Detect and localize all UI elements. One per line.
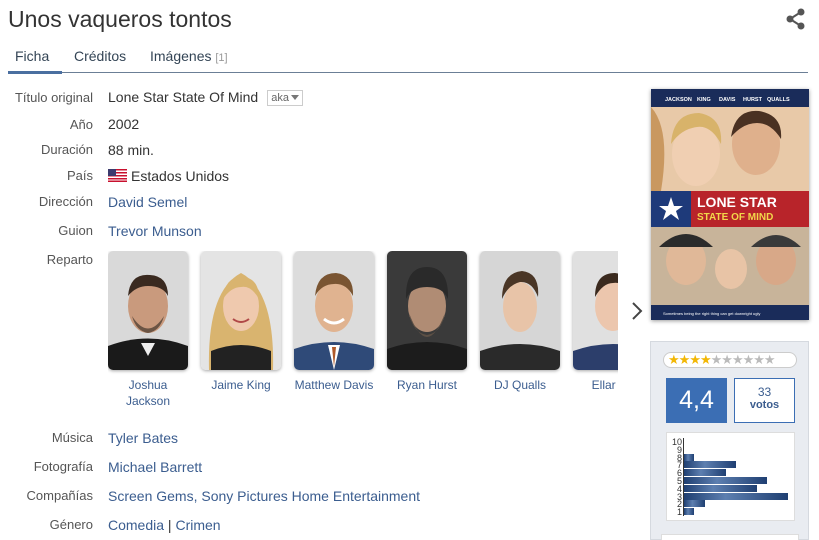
companies-link[interactable]: Screen Gems, Sony Pictures Home Entertai… — [108, 488, 420, 504]
star-filled-icon[interactable]: ★ — [668, 352, 680, 367]
histogram-label: 1 — [676, 507, 682, 518]
genre-value: Comedia | Crimen — [108, 517, 221, 533]
cast-member[interactable]: DJ Qualls — [480, 251, 560, 393]
duration-label: Duración — [40, 142, 93, 157]
cast-member[interactable]: Joshua Jackson — [108, 251, 188, 409]
aka-dropdown[interactable]: aka — [267, 90, 303, 106]
rating-panel: ★★★★★★★★★★ 4,4 33 votos 10 9 8 7 6 5 4 3 2 1 — [650, 341, 809, 540]
genre-separator: | — [167, 517, 172, 533]
chevron-right-icon[interactable] — [628, 300, 646, 322]
poster-title-line2: STATE OF MIND — [697, 212, 773, 223]
cast-photo[interactable] — [573, 251, 618, 370]
cast-member[interactable]: Jaime King — [201, 251, 281, 393]
star-filled-icon[interactable]: ★ — [689, 352, 701, 367]
votes-count-box[interactable]: 33 votos — [734, 378, 795, 423]
original-title-value: Lone Star State Of Mind aka — [108, 89, 303, 106]
poster-credit: QUALLS — [767, 97, 790, 103]
page-title: Unos vaqueros tontos — [8, 6, 232, 32]
tab-imagenes-label: Imágenes — [150, 48, 212, 64]
star-empty-icon[interactable]: ★ — [753, 352, 765, 367]
script-label: Guion — [58, 223, 93, 238]
tab-creditos-label: Créditos — [74, 48, 127, 64]
music-label: Música — [51, 430, 93, 445]
star-empty-icon[interactable]: ★ — [721, 352, 733, 367]
average-rating: 4,4 — [666, 378, 727, 423]
star-empty-icon[interactable]: ★ — [764, 352, 776, 367]
cast-name[interactable]: DJ Qualls — [480, 377, 560, 393]
cast-member[interactable]: Ellar Co — [573, 251, 618, 393]
poster-title-line1: LONE STAR — [697, 194, 777, 210]
year-value: 2002 — [108, 116, 140, 132]
votes-count: 33 — [757, 385, 772, 399]
histogram-bar — [684, 500, 705, 508]
histogram-bar — [684, 477, 768, 484]
poster-credit: KING — [697, 97, 711, 103]
cast-carousel: Joshua Jackson Jaime King Matthew Davis … — [108, 251, 618, 416]
star-empty-icon[interactable]: ★ — [732, 352, 744, 367]
photography-label: Fotografía — [33, 459, 93, 474]
aka-label: aka — [271, 92, 289, 104]
poster-credit: DAVIS — [719, 97, 736, 103]
original-title-text: Lone Star State Of Mind — [108, 89, 259, 105]
usa-flag-icon — [108, 169, 127, 182]
histogram-bar — [684, 453, 695, 461]
poster-credit: JACKSON — [665, 97, 692, 103]
rating-histogram: 10 9 8 7 6 5 4 3 2 1 — [666, 432, 795, 521]
director-link[interactable]: David Semel — [108, 194, 187, 210]
chevron-down-icon — [290, 95, 299, 100]
original-title-label: Título original — [14, 90, 93, 105]
genre-label: Género — [49, 517, 93, 532]
cast-name[interactable]: Ryan Hurst — [387, 377, 467, 393]
genre-link[interactable]: Comedia — [108, 517, 164, 533]
votes-label: votos — [749, 399, 780, 411]
histogram-bar — [684, 461, 736, 469]
tab-creditos[interactable]: Créditos — [74, 48, 126, 64]
tab-ficha[interactable]: Ficha — [15, 48, 49, 64]
cast-photo[interactable] — [108, 251, 188, 370]
cast-label: Reparto — [46, 252, 93, 267]
poster-tagline: Sometimes being the right thing can get … — [663, 311, 760, 316]
cast-name[interactable]: Jaime King — [201, 377, 281, 393]
cast-photo[interactable] — [201, 251, 281, 370]
country-label: País — [66, 168, 93, 183]
star-rating[interactable]: ★★★★★★★★★★ — [663, 352, 797, 368]
tab-ficha-label: Ficha — [15, 48, 50, 64]
share-icon[interactable] — [785, 8, 807, 30]
histogram-bar — [684, 492, 788, 500]
star-filled-icon[interactable]: ★ — [700, 352, 712, 367]
cast-name[interactable]: Joshua Jackson — [108, 377, 188, 409]
script-link[interactable]: Trevor Munson — [108, 223, 202, 239]
photography-link[interactable]: Michael Barrett — [108, 459, 202, 475]
star-empty-icon[interactable]: ★ — [743, 352, 755, 367]
tab-bar: Ficha Créditos Imágenes [1] — [8, 40, 808, 74]
genre-link[interactable]: Crimen — [175, 517, 220, 533]
tab-imagenes[interactable]: Imágenes [1] — [150, 48, 228, 64]
tab-imagenes-count: [1] — [215, 52, 228, 64]
active-tab-indicator — [8, 71, 62, 74]
cast-name[interactable]: Ellar Co — [573, 377, 618, 393]
companies-label: Compañías — [26, 488, 93, 503]
star-empty-icon[interactable]: ★ — [711, 352, 723, 367]
duration-value: 88 min. — [108, 142, 154, 158]
histogram-bar — [684, 469, 726, 477]
country-value: Estados Unidos — [108, 168, 229, 184]
cast-photo[interactable] — [387, 251, 467, 370]
country-text: Estados Unidos — [131, 168, 230, 184]
secondary-panel — [661, 534, 799, 540]
cast-name[interactable]: Matthew Davis — [294, 377, 374, 393]
cast-member[interactable]: Matthew Davis — [294, 251, 374, 393]
cast-photo[interactable] — [480, 251, 560, 370]
poster-credit: HURST — [743, 97, 763, 103]
year-label: Año — [69, 117, 93, 132]
cast-member[interactable]: Ryan Hurst — [387, 251, 467, 393]
director-label: Dirección — [38, 194, 93, 209]
music-link[interactable]: Tyler Bates — [108, 430, 178, 446]
histogram-bar — [684, 484, 757, 492]
movie-poster[interactable]: JACKSON KING DAVIS HURST QUALLS LONE STA… — [651, 89, 809, 320]
histogram-bar — [684, 508, 695, 516]
star-filled-icon[interactable]: ★ — [679, 352, 691, 367]
cast-photo[interactable] — [294, 251, 374, 370]
